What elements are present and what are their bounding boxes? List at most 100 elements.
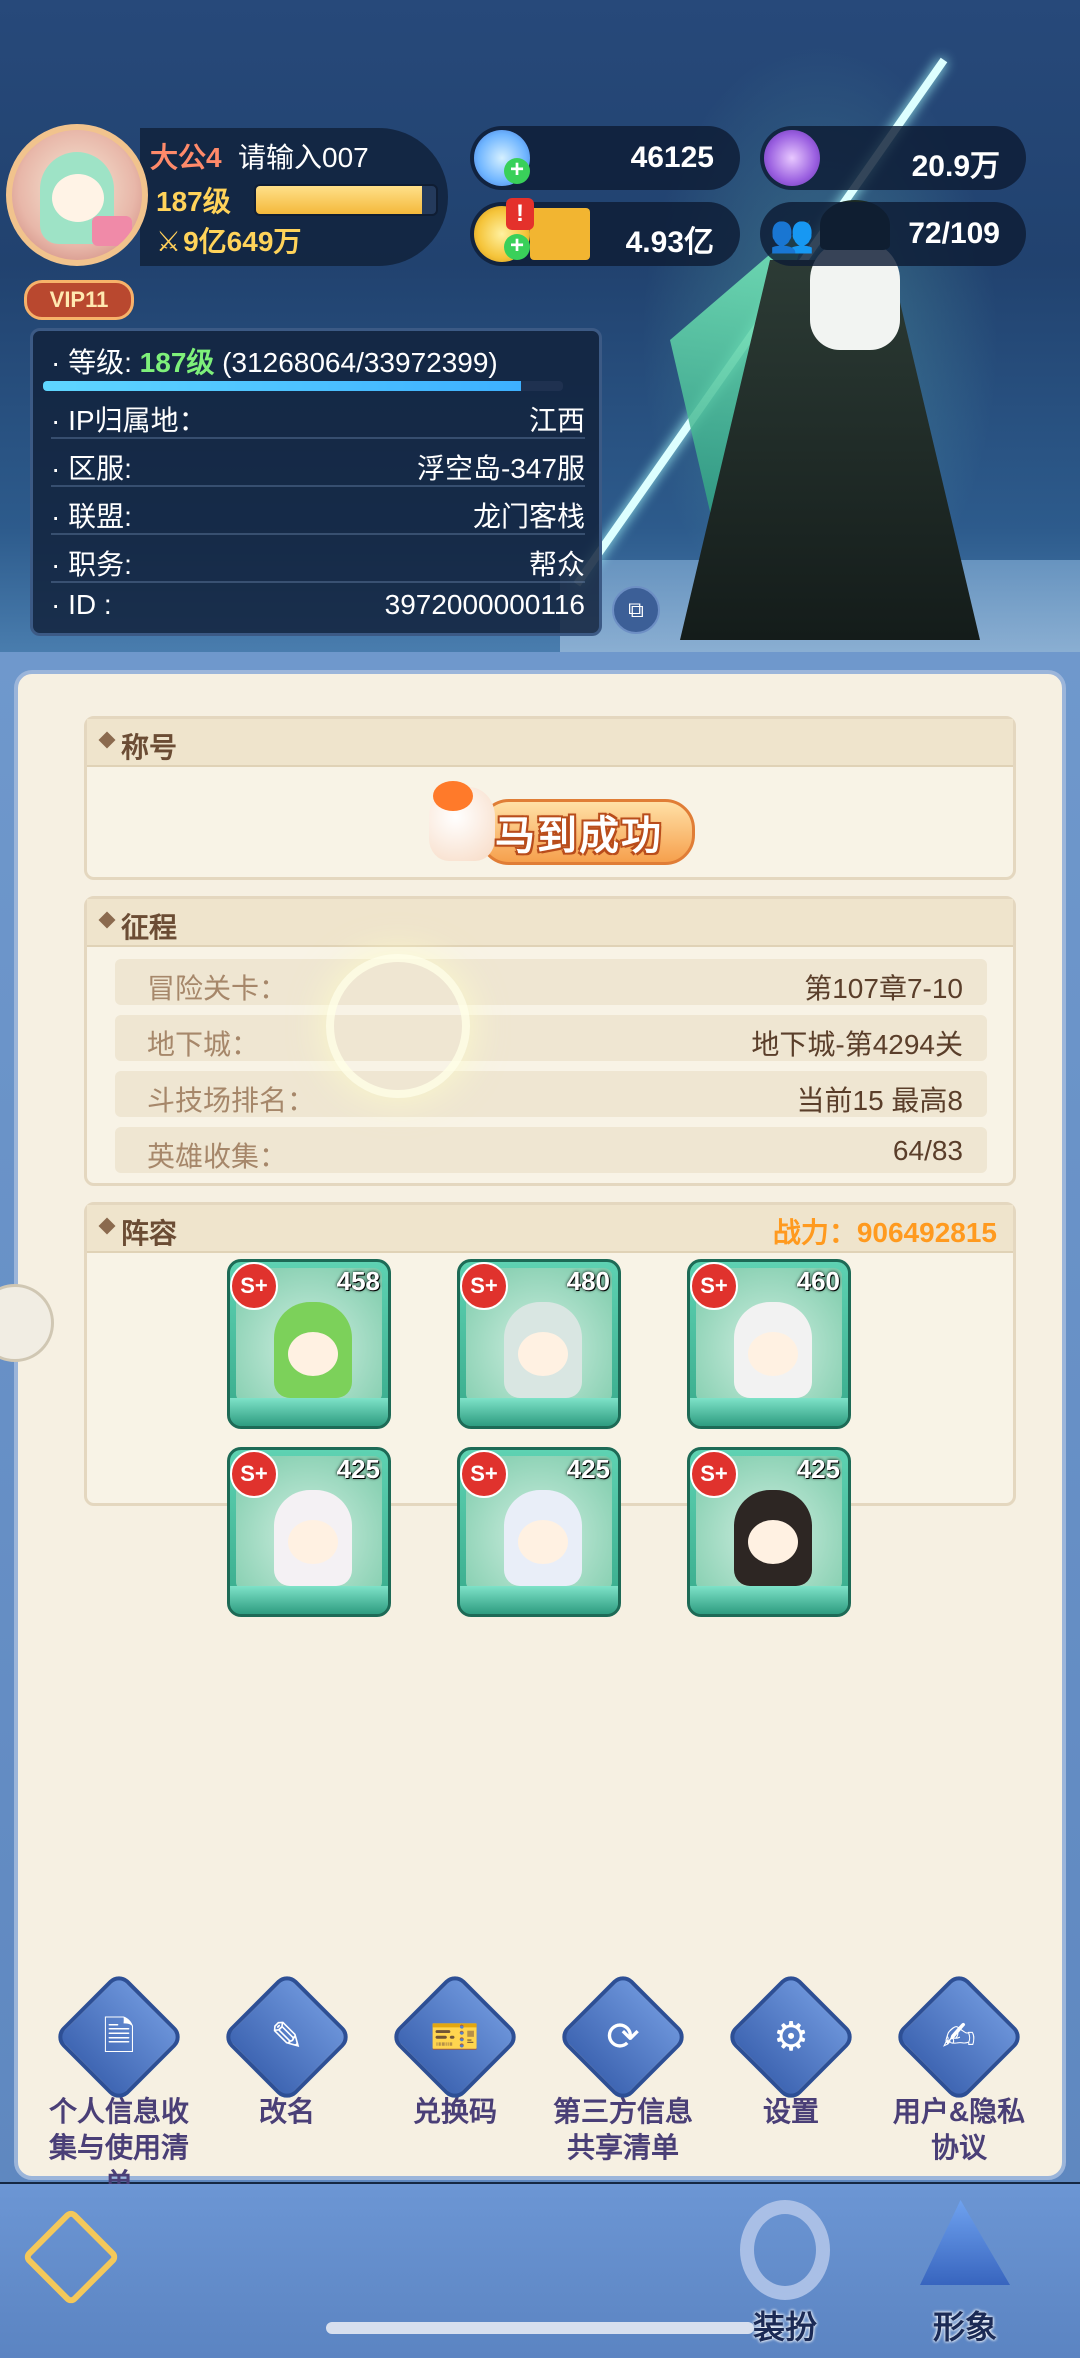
rank-badge: S+ bbox=[690, 1450, 738, 1498]
hero-level: 458 bbox=[336, 1266, 380, 1296]
title-badge-text: 马到成功 bbox=[495, 814, 663, 858]
redeem-code-button[interactable]: 🎫 兑换码 bbox=[380, 1970, 530, 2130]
diamond-icon bbox=[98, 911, 116, 929]
privacy-collection-button[interactable]: 🗎个人信息收集与使用清单 bbox=[44, 1970, 194, 2202]
alliance-value: 龙门客栈 bbox=[472, 501, 585, 532]
rename-label: 改名 bbox=[258, 2096, 315, 2127]
level-progress: (31268064/33972399) bbox=[222, 347, 498, 378]
info-row-label: · 区服: bbox=[51, 453, 132, 484]
agreement-icon: ✍ bbox=[892, 1970, 1026, 2104]
hero-level: 480 bbox=[566, 1266, 610, 1296]
role-value: 帮众 bbox=[528, 549, 585, 580]
third-party-list-label: 第三方信息共享清单 bbox=[552, 2096, 693, 2163]
gold-value: 4.93亿 bbox=[625, 226, 714, 259]
redeem-code-label: 兑换码 bbox=[412, 2096, 497, 2127]
arena-value: 当前15 最高8 bbox=[796, 1085, 964, 1116]
arena-label: 斗技场排名： bbox=[147, 1085, 316, 1116]
users-icon: 👥 bbox=[769, 213, 815, 254]
title-section-heading: 称号 bbox=[121, 732, 178, 763]
alert-icon: ! bbox=[506, 198, 534, 230]
add-stars-icon[interactable]: + bbox=[504, 158, 530, 184]
heroes-label: 英雄收集： bbox=[147, 1141, 288, 1172]
rank-badge: S+ bbox=[460, 1262, 508, 1310]
tab-appearance-label: 形象 bbox=[932, 2309, 997, 2345]
hero-level: 460 bbox=[796, 1266, 840, 1296]
hero-level: 425 bbox=[796, 1454, 840, 1484]
role-label: 职务: bbox=[68, 549, 132, 580]
lineup-section-header: 阵容 战力：906492815 bbox=[87, 1205, 1013, 1253]
avatar-face bbox=[52, 174, 104, 222]
journey-row: 地下城： 地下城-第4294关 bbox=[115, 1015, 987, 1061]
friends-value: 72/109 bbox=[908, 217, 1000, 250]
add-gold-icon[interactable]: + bbox=[504, 234, 530, 260]
level-progress-fill bbox=[43, 381, 522, 391]
home-indicator bbox=[326, 2322, 754, 2334]
diamond-icon bbox=[98, 1217, 116, 1235]
hero-card[interactable]: S+ 480 bbox=[457, 1259, 621, 1429]
content-paper: 称号 马到成功 征程 冒险关卡： 第107章7-10 地下城： 地下城-第4294关… bbox=[14, 670, 1066, 2180]
adventure-value: 第107章7-10 bbox=[804, 973, 963, 1004]
rename-button[interactable]: ✎ 改名 bbox=[212, 1970, 362, 2130]
gems-currency[interactable]: 20.9万 bbox=[760, 126, 1026, 190]
rank-badge: S+ bbox=[230, 1450, 278, 1498]
friends-count[interactable]: 👥 72/109 bbox=[760, 202, 1026, 266]
lineup-section: 阵容 战力：906492815 S+ 458 S+ 480 S+ 460 S+ 425 S+ 425… bbox=[84, 1202, 1016, 1617]
diamond-icon bbox=[98, 731, 116, 749]
title-badge[interactable]: 马到成功 bbox=[419, 781, 695, 871]
main-panel: 称号 马到成功 征程 冒险关卡： 第107章7-10 地下城： 地下城-第4294关… bbox=[0, 652, 1080, 2182]
edit-icon: ✎ bbox=[220, 1970, 354, 2104]
rank-badge: S+ bbox=[460, 1450, 508, 1498]
hero-face bbox=[518, 1520, 568, 1564]
avatar[interactable] bbox=[6, 124, 148, 266]
power-value: 9亿649万 bbox=[183, 226, 302, 257]
player-name: 请输入007 bbox=[238, 142, 369, 173]
hero-level: 425 bbox=[566, 1454, 610, 1484]
info-row-label: · ID : bbox=[51, 589, 112, 620]
hero-card-base bbox=[690, 1586, 848, 1614]
adventure-label: 冒险关卡： bbox=[147, 973, 288, 1004]
hero-card[interactable]: S+ 458 bbox=[227, 1259, 391, 1429]
hero-face bbox=[518, 1332, 568, 1376]
gem-icon bbox=[764, 130, 820, 186]
stars-currency[interactable]: + 46125 bbox=[470, 126, 740, 190]
hero-face bbox=[748, 1520, 798, 1564]
level-progress-bar bbox=[43, 381, 563, 391]
hero-face bbox=[288, 1332, 338, 1376]
journey-row: 冒险关卡： 第107章7-10 bbox=[115, 959, 987, 1005]
hero-card[interactable]: S+ 460 bbox=[687, 1259, 851, 1429]
journey-row: 斗技场排名： 当前15 最高8 bbox=[115, 1071, 987, 1117]
lineup-heading: 阵容 bbox=[121, 1218, 178, 1249]
privacy-agreement-button[interactable]: ✍ 用户&隐私协议 bbox=[884, 1970, 1034, 2166]
name-prefix: 大公4 bbox=[150, 142, 222, 173]
hero-card-base bbox=[230, 1586, 388, 1614]
hero-face bbox=[748, 1332, 798, 1376]
document-search-icon: 🗎 bbox=[52, 1970, 186, 2104]
player-power: ⚔9亿649万 bbox=[156, 220, 301, 260]
rank-badge: S+ bbox=[230, 1262, 278, 1310]
third-party-list-button[interactable]: ⟳ 第三方信息共享清单 bbox=[548, 1970, 698, 2166]
copy-id-button[interactable]: ⧉ bbox=[612, 586, 660, 634]
heroes-value: 64/83 bbox=[892, 1135, 963, 1166]
hero-card[interactable]: S+ 425 bbox=[687, 1447, 851, 1617]
rank-badge: S+ bbox=[690, 1262, 738, 1310]
tab-appearance[interactable]: 形象 bbox=[890, 2184, 1040, 2358]
share-list-icon: ⟳ bbox=[556, 1970, 690, 2104]
settings-button[interactable]: ⚙ 设置 bbox=[716, 1970, 866, 2130]
server-value: 浮空岛-347服 bbox=[416, 453, 585, 484]
level-value: 187级 bbox=[139, 347, 215, 378]
journey-heading: 征程 bbox=[121, 912, 178, 943]
gold-bar bbox=[530, 208, 590, 260]
journey-row: 英雄收集： 64/83 bbox=[115, 1127, 987, 1173]
id-label: ID : bbox=[68, 589, 112, 620]
cake-icon bbox=[92, 216, 132, 246]
stars-value: 46125 bbox=[630, 141, 714, 174]
info-row-label: · 联盟: bbox=[51, 501, 132, 532]
ip-value: 江西 bbox=[528, 405, 585, 436]
info-row: · ID : 3972000000116 bbox=[51, 583, 585, 627]
hero-face bbox=[288, 1520, 338, 1564]
wizard-hat-icon bbox=[920, 2200, 1010, 2285]
vip-badge[interactable]: VIP11 bbox=[24, 280, 134, 320]
info-row-label: · 职务: bbox=[51, 549, 132, 580]
hero-card[interactable]: S+ 425 bbox=[227, 1447, 391, 1617]
hero-card[interactable]: S+ 425 bbox=[457, 1447, 621, 1617]
